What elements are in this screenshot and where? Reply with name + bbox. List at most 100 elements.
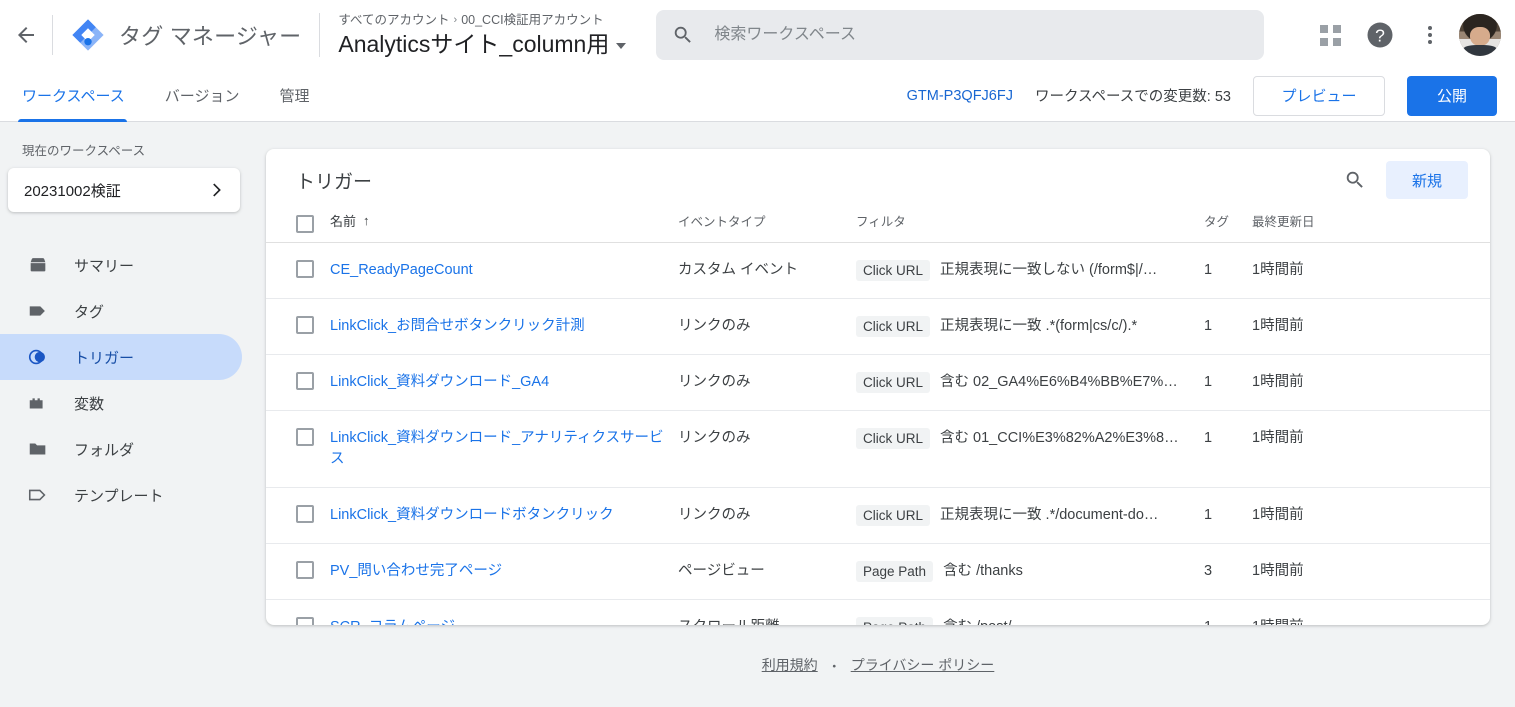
tag-icon [26, 299, 50, 323]
tab-versions[interactable]: バージョン [145, 70, 260, 122]
trigger-last-updated: 1時間前 [1252, 260, 1490, 281]
workspace-selector[interactable]: 20231002検証 [8, 168, 240, 212]
column-header-event-type[interactable]: イベントタイプ [678, 211, 856, 243]
sidebar-item-summary[interactable]: サマリー [0, 242, 242, 288]
row-checkbox[interactable] [296, 561, 314, 579]
row-select-cell [266, 299, 330, 355]
apps-button[interactable] [1309, 14, 1351, 56]
column-header-last-updated[interactable]: 最終更新日 [1252, 211, 1490, 243]
apps-grid-icon [1320, 25, 1341, 46]
template-icon [26, 483, 50, 507]
sidebar: 現在のワークスペース 20231002検証 サマリー [0, 123, 250, 707]
column-header-tags[interactable]: タグ [1204, 211, 1252, 243]
row-select-cell [266, 355, 330, 411]
trigger-name-link[interactable]: SCR_コラムページ [330, 619, 463, 625]
arrow-left-icon [14, 23, 38, 47]
row-name-cell: CE_ReadyPageCount [330, 243, 678, 299]
more-options-button[interactable] [1409, 14, 1451, 56]
row-checkbox[interactable] [296, 617, 314, 625]
table-body: CE_ReadyPageCountカスタム イベントClick URL正規表現に… [266, 243, 1490, 626]
tab-admin-label: 管理 [279, 85, 309, 106]
table-row[interactable]: LinkClick_資料ダウンロード_GA4リンクのみClick URL含む 0… [266, 355, 1490, 411]
search-input[interactable] [712, 25, 1248, 45]
row-filter-cell: Click URL含む 02_GA4%E6%B4%BB%E7%… [856, 355, 1204, 411]
row-select-cell [266, 544, 330, 600]
top-app-bar: タグ マネージャー すべてのアカウント › 00_CCI検証用アカウント Ana… [0, 0, 1515, 70]
table-row[interactable]: LinkClick_資料ダウンロード_アナリティクスサービスリンクのみClick… [266, 411, 1490, 488]
table-row[interactable]: LinkClick_資料ダウンロードボタンクリックリンクのみClick URL正… [266, 488, 1490, 544]
global-search[interactable] [656, 10, 1264, 60]
brand-block[interactable]: タグ マネージャー [71, 18, 301, 52]
preview-button[interactable]: プレビュー [1253, 76, 1385, 116]
sidebar-item-folders[interactable]: フォルダ [0, 426, 242, 472]
breadcrumb-account[interactable]: 00_CCI検証用アカウント [461, 12, 603, 28]
row-checkbox[interactable] [296, 372, 314, 390]
trigger-name-link[interactable]: CE_ReadyPageCount [330, 262, 481, 278]
back-button[interactable] [6, 15, 46, 55]
row-event-type-cell: スクロール距離 [678, 600, 856, 626]
publish-button[interactable]: 公開 [1407, 76, 1497, 116]
column-header-filter[interactable]: フィルタ [856, 211, 1204, 243]
sidebar-item-label: テンプレート [74, 485, 164, 506]
trigger-event-type: リンクのみ [678, 316, 856, 337]
avatar[interactable] [1459, 14, 1501, 56]
trigger-tag-count: 1 [1204, 260, 1252, 281]
table-row[interactable]: PV_問い合わせ完了ページページビューPage Path含む /thanks31… [266, 544, 1490, 600]
container-context: すべてのアカウント › 00_CCI検証用アカウント Analyticsサイト_… [338, 12, 626, 59]
table-row[interactable]: CE_ReadyPageCountカスタム イベントClick URL正規表現に… [266, 243, 1490, 299]
kebab-menu-icon [1428, 26, 1432, 44]
terms-link[interactable]: 利用規約 [762, 655, 818, 675]
table-search-button[interactable] [1336, 161, 1374, 199]
avatar-face [1470, 27, 1490, 45]
tab-list: ワークスペース バージョン 管理 [0, 70, 329, 122]
sidebar-item-label: サマリー [74, 255, 134, 276]
sidebar-item-label: 変数 [74, 393, 104, 414]
trigger-name-link[interactable]: LinkClick_資料ダウンロード_アナリティクスサービス [330, 430, 664, 467]
sidebar-item-tags[interactable]: タグ [0, 288, 242, 334]
row-filter-cell: Click URL含む 01_CCI%E3%82%A2%E3%8… [856, 411, 1204, 488]
table-row[interactable]: SCR_コラムページスクロール距離Page Path含む /post/11時間前 [266, 600, 1490, 626]
privacy-link[interactable]: プライバシー ポリシー [851, 655, 995, 675]
row-checkbox[interactable] [296, 316, 314, 334]
trigger-tag-count: 1 [1204, 372, 1252, 393]
row-checkbox[interactable] [296, 428, 314, 446]
table-header-row: 名前 ↑ イベントタイプ フィルタ タグ 最終更新日 [266, 211, 1490, 243]
svg-text:?: ? [1375, 25, 1385, 45]
column-header-name[interactable]: 名前 ↑ [330, 211, 678, 243]
row-tags-cell: 1 [1204, 299, 1252, 355]
trigger-name-link[interactable]: LinkClick_資料ダウンロード_GA4 [330, 374, 557, 390]
trigger-name-link[interactable]: LinkClick_お問合せボタンクリック計測 [330, 318, 593, 334]
new-trigger-button[interactable]: 新規 [1386, 161, 1468, 199]
filter-condition: 含む 02_GA4%E6%B4%BB%E7%… [940, 372, 1178, 393]
sidebar-item-triggers[interactable]: トリガー [0, 334, 242, 380]
trigger-name-link[interactable]: LinkClick_資料ダウンロードボタンクリック [330, 507, 622, 523]
trigger-last-updated: 1時間前 [1252, 505, 1490, 526]
help-icon: ? [1365, 20, 1395, 50]
help-button[interactable]: ? [1359, 14, 1401, 56]
container-id-link[interactable]: GTM-P3QFJ6FJ [907, 88, 1013, 104]
trigger-name-link[interactable]: PV_問い合わせ完了ページ [330, 563, 510, 579]
chevron-down-icon[interactable] [616, 43, 626, 49]
sidebar-item-variables[interactable]: 変数 [0, 380, 242, 426]
filter-chip: Click URL [856, 505, 930, 526]
divider [319, 13, 320, 57]
breadcrumb[interactable]: すべてのアカウント › 00_CCI検証用アカウント [338, 12, 626, 28]
table-row[interactable]: LinkClick_お問合せボタンクリック計測リンクのみClick URL正規表… [266, 299, 1490, 355]
select-all-checkbox[interactable] [296, 215, 314, 233]
trigger-event-type: カスタム イベント [678, 260, 856, 281]
row-last-updated-cell: 1時間前 [1252, 544, 1490, 600]
avatar-torso [1463, 45, 1497, 56]
breadcrumb-all-accounts[interactable]: すべてのアカウント [338, 12, 449, 28]
tab-admin[interactable]: 管理 [259, 70, 329, 122]
sidebar-item-templates[interactable]: テンプレート [0, 472, 242, 518]
tab-workspace[interactable]: ワークスペース [0, 70, 145, 122]
row-checkbox[interactable] [296, 260, 314, 278]
sort-ascending-icon: ↑ [363, 214, 370, 227]
row-name-cell: LinkClick_資料ダウンロードボタンクリック [330, 488, 678, 544]
sidebar-nav: サマリー タグ トリガー [0, 242, 250, 518]
row-name-cell: SCR_コラムページ [330, 600, 678, 626]
filter-condition: 含む /post/ [943, 617, 1012, 625]
container-selector[interactable]: Analyticsサイト_column用 [338, 29, 626, 59]
row-checkbox[interactable] [296, 505, 314, 523]
row-tags-cell: 1 [1204, 243, 1252, 299]
